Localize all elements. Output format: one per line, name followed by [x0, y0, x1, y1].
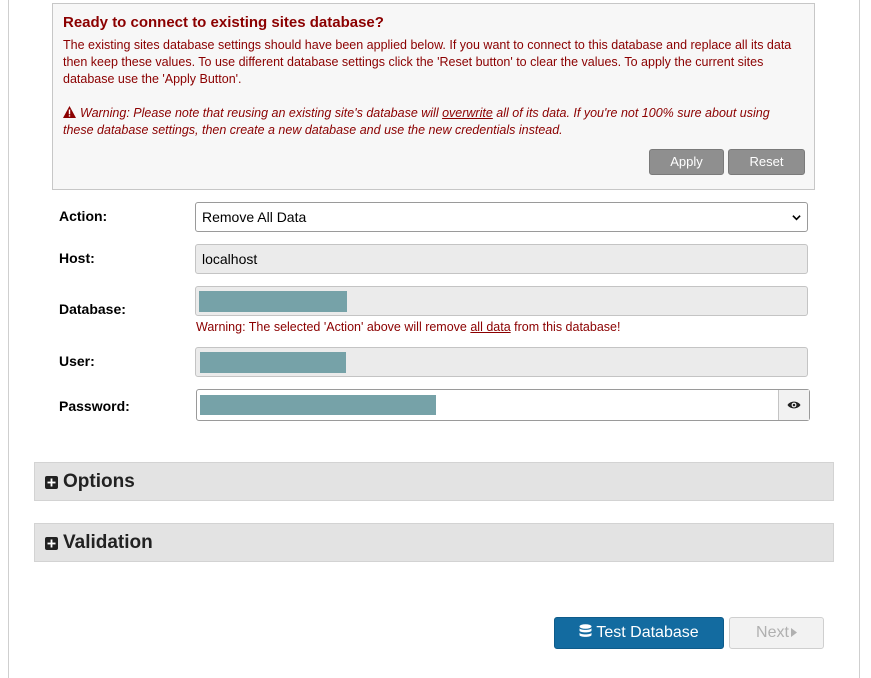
notice-warning-prefix: Warning: Please note that reusing an exi… [80, 106, 443, 120]
validation-section-header[interactable]: Validation [34, 523, 834, 562]
action-label: Action: [59, 208, 108, 224]
validation-section-title: Validation [63, 532, 153, 553]
database-warning-suffix: from this database! [510, 320, 621, 334]
password-label: Password: [59, 398, 130, 414]
next-label: Next [756, 624, 789, 641]
plus-square-icon [45, 537, 58, 550]
user-label: User: [59, 353, 95, 369]
password-input[interactable] [196, 389, 810, 421]
action-select[interactable]: Remove All Data [195, 202, 808, 232]
database-label: Database: [59, 301, 126, 317]
eye-icon [787, 401, 801, 409]
redacted-value [199, 291, 347, 312]
caret-right-icon [790, 628, 797, 637]
test-database-button[interactable]: Test Database [554, 617, 724, 649]
chevron-down-icon [792, 215, 801, 221]
redacted-value [200, 352, 346, 373]
next-button[interactable]: Next [729, 617, 824, 649]
user-input[interactable] [195, 347, 808, 377]
host-input-value: localhost [202, 251, 258, 267]
notice-warning-emphasis: overwrite [442, 106, 493, 120]
host-label: Host: [59, 250, 95, 266]
host-input[interactable]: localhost [195, 244, 808, 274]
reset-button[interactable]: Reset [728, 149, 805, 175]
action-select-value: Remove All Data [202, 209, 307, 225]
redacted-value [200, 395, 436, 415]
existing-database-notice: Ready to connect to existing sites datab… [52, 3, 815, 190]
warning-triangle-icon [63, 106, 76, 118]
database-warning-emphasis: all data [470, 320, 511, 334]
options-section-header[interactable]: Options [34, 462, 834, 501]
notice-title: Ready to connect to existing sites datab… [63, 14, 384, 31]
test-database-label: Test Database [596, 624, 699, 641]
database-warning-prefix: Warning: The selected 'Action' above wil… [196, 320, 471, 334]
notice-body: The existing sites database settings sho… [63, 38, 792, 86]
apply-button[interactable]: Apply [649, 149, 724, 175]
database-input[interactable] [195, 286, 808, 316]
show-password-button[interactable] [778, 390, 809, 420]
database-icon [579, 624, 592, 637]
options-section-title: Options [63, 471, 135, 492]
database-warning: Warning: The selected 'Action' above wil… [196, 320, 620, 334]
plus-square-icon [45, 476, 58, 489]
notice-warning: Warning: Please note that reusing an exi… [63, 105, 803, 139]
